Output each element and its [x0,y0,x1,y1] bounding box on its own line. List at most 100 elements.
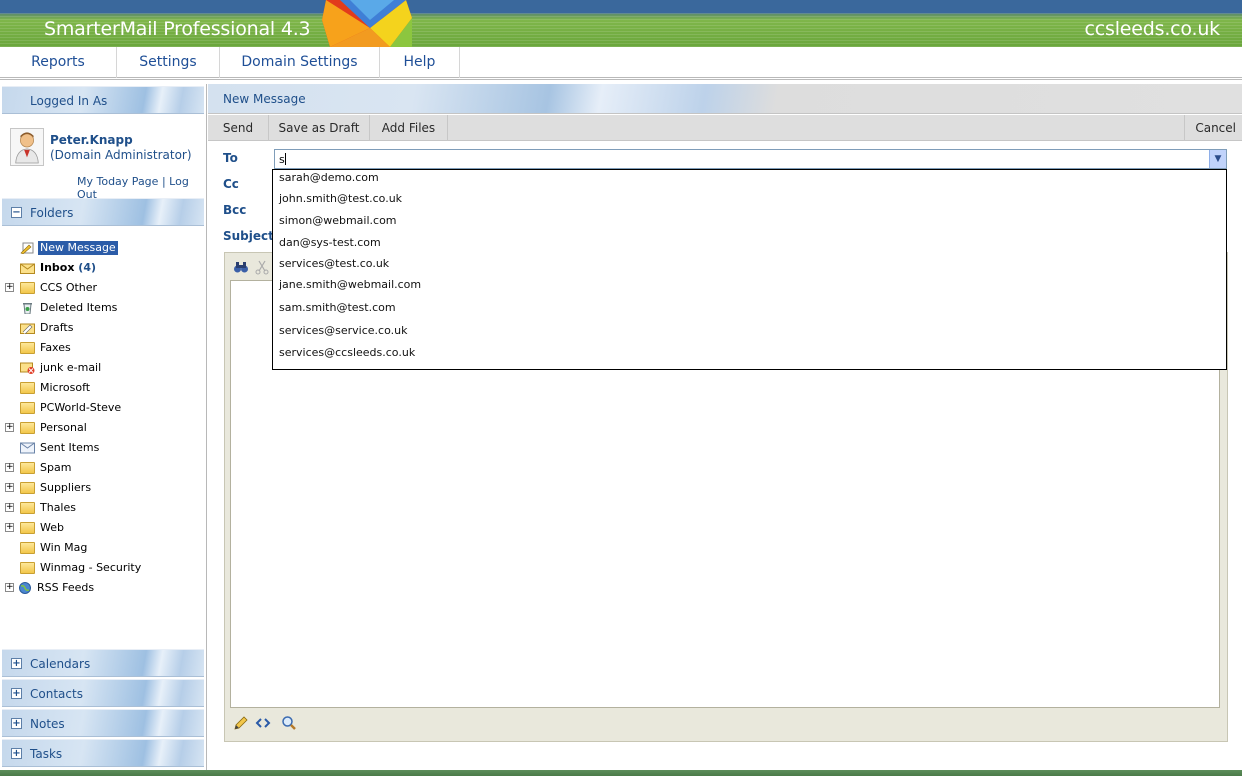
sidebar: Logged In As Peter.Knapp (Domain Adminis… [0,84,207,770]
junk-icon [20,362,35,374]
cancel-button[interactable]: Cancel [1184,115,1236,141]
save-draft-button[interactable]: Save as Draft [269,115,370,141]
user-name[interactable]: Peter.Knapp [50,133,133,147]
autocomplete-item[interactable]: services@test.co.uk [279,256,389,272]
folder-label: Inbox [40,261,75,274]
folder-rss-feeds[interactable]: + RSS Feeds [0,578,207,598]
expand-icon[interactable]: + [5,283,14,292]
envelope-logo-icon [322,0,412,47]
folder-new-message[interactable]: New Message [0,238,207,258]
expand-icon[interactable]: + [11,748,22,759]
footer-bar [0,770,1242,776]
cc-label: Cc [223,177,239,191]
folder-web[interactable]: + Web [0,518,207,538]
subject-label: Subject [223,229,274,243]
expand-icon[interactable]: + [5,423,14,432]
folder-win-mag[interactable]: Win Mag [0,538,207,558]
add-files-button[interactable]: Add Files [370,115,448,141]
app-window: SmarterMail Professional 4.3 ccsleeds.co… [0,0,1242,776]
autocomplete-item[interactable]: john.smith@test.co.uk [279,191,402,207]
folder-icon [20,462,35,474]
folder-icon [20,342,35,354]
chevron-down-icon[interactable]: ▼ [1209,150,1226,168]
menu-help[interactable]: Help [380,47,460,78]
pencil-icon[interactable] [233,715,249,731]
folder-inbox[interactable]: Inbox (4) [0,258,207,278]
folder-icon [20,282,35,294]
page-title: New Message [208,84,1242,114]
folder-personal[interactable]: + Personal [0,418,207,438]
unread-count: (4) [78,261,97,274]
autocomplete-item[interactable]: jane.smith@webmail.com [279,277,421,293]
expand-icon[interactable]: + [5,523,14,532]
expand-icon[interactable]: + [5,583,14,592]
autocomplete-item[interactable]: simon@webmail.com [279,213,397,229]
folder-drafts[interactable]: Drafts [0,318,207,338]
preview-magnifier-icon[interactable] [281,715,297,731]
text-caret [284,153,286,165]
expand-icon[interactable]: + [5,483,14,492]
expand-icon[interactable]: + [5,463,14,472]
folder-icon [20,382,35,394]
folders-title: Folders [30,206,74,220]
menu-reports[interactable]: Reports [0,47,117,78]
to-field[interactable]: s ▼ [274,149,1227,169]
folder-thales[interactable]: + Thales [0,498,207,518]
link-separator: | [161,175,166,188]
folder-deleted-items[interactable]: Deleted Items [0,298,207,318]
folder-icon [20,522,35,534]
user-avatar-icon [10,128,44,166]
drafts-icon [20,323,35,334]
sent-icon [20,442,35,454]
new-message-icon [20,242,34,254]
folder-microsoft[interactable]: Microsoft [0,378,207,398]
contacts-title: Contacts [30,687,83,701]
compose-toolbar: Send Save as Draft Add Files Cancel [208,115,1242,141]
cut-icon[interactable] [254,259,270,275]
top-menu: Reports Settings Domain Settings Help [0,47,1242,80]
logged-in-title: Logged In As [30,94,108,108]
folder-pcworld-steve[interactable]: PCWorld-Steve [0,398,207,418]
autocomplete-item[interactable]: dan@sys-test.com [279,235,381,251]
contacts-panel-header[interactable]: + Contacts [2,679,204,707]
menu-domain-settings[interactable]: Domain Settings [220,47,380,78]
my-today-page-link[interactable]: My Today Page [77,175,158,188]
expand-icon[interactable]: + [11,658,22,669]
app-title: SmarterMail Professional 4.3 [44,18,311,40]
folder-faxes[interactable]: Faxes [0,338,207,358]
menu-settings[interactable]: Settings [117,47,220,78]
calendars-title: Calendars [30,657,91,671]
binoculars-icon[interactable] [233,259,249,275]
notes-panel-header[interactable]: + Notes [2,709,204,737]
trash-icon [23,303,32,314]
expand-icon[interactable]: + [11,688,22,699]
folder-icon [20,402,35,414]
expand-icon[interactable]: + [5,503,14,512]
collapse-icon[interactable]: − [11,207,22,218]
autocomplete-item[interactable]: sam.smith@test.com [279,300,396,316]
folder-spam[interactable]: + Spam [0,458,207,478]
compose-pane: New Message Send Save as Draft Add Files… [208,84,1242,770]
user-role: (Domain Administrator) [50,148,192,162]
folder-winmag-security[interactable]: Winmag - Security [0,558,207,578]
folder-junk-email[interactable]: junk e-mail [0,358,207,378]
folder-icon [20,422,35,434]
autocomplete-item[interactable]: sarah@demo.com [279,170,379,186]
notes-title: Notes [30,717,65,731]
to-label: To [223,151,238,165]
folder-suppliers[interactable]: + Suppliers [0,478,207,498]
folder-ccs-other[interactable]: + CCS Other [0,278,207,298]
folder-sent-items[interactable]: Sent Items [0,438,207,458]
folder-icon [20,502,35,514]
tasks-panel-header[interactable]: + Tasks [2,739,204,767]
rss-globe-icon [19,582,31,594]
autocomplete-item[interactable]: services@service.co.uk [279,323,407,339]
html-source-icon[interactable] [255,715,271,731]
autocomplete-dropdown: sarah@demo.com john.smith@test.co.uk sim… [272,169,1227,370]
app-header: SmarterMail Professional 4.3 ccsleeds.co… [0,0,1242,47]
send-button[interactable]: Send [208,115,269,141]
folders-panel-header[interactable]: − Folders [2,198,204,226]
expand-icon[interactable]: + [11,718,22,729]
autocomplete-item[interactable]: services@ccsleeds.co.uk [279,345,415,361]
calendars-panel-header[interactable]: + Calendars [2,649,204,677]
